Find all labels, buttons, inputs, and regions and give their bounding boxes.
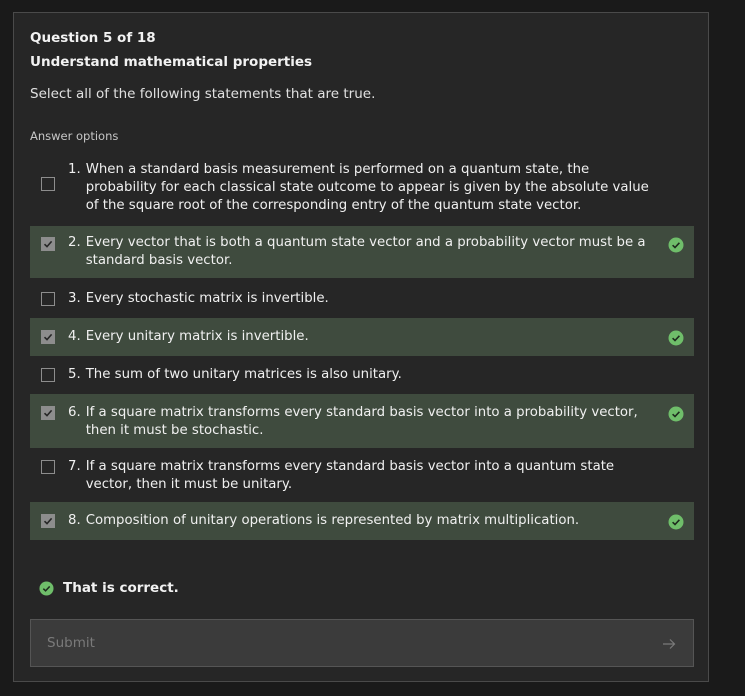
question-counter: Question 5 of 18: [30, 30, 156, 46]
answer-option-1[interactable]: 1. When a standard basis measurement is …: [30, 158, 694, 218]
answer-option-2[interactable]: 2. Every vector that is both a quantum s…: [30, 226, 694, 278]
answer-option-8[interactable]: 8. Composition of unitary operations is …: [30, 502, 694, 540]
option-5-number: 5.: [68, 367, 81, 382]
question-card: Question 5 of 18 Understand mathematical…: [13, 12, 709, 682]
option-3-checkbox[interactable]: [41, 292, 55, 306]
option-6-checkbox[interactable]: [41, 406, 55, 420]
question-title: Understand mathematical properties: [30, 54, 313, 70]
option-8-checkbox[interactable]: [41, 514, 55, 528]
check-circle-icon: [668, 406, 684, 422]
option-4-checkbox[interactable]: [41, 330, 55, 344]
checkmark-icon: [43, 333, 53, 341]
option-2-number: 2.: [68, 235, 81, 250]
answer-option-3[interactable]: 3. Every stochastic matrix is invertible…: [30, 284, 694, 318]
option-3-number: 3.: [68, 291, 81, 306]
option-6-text: If a square matrix transforms every stan…: [85, 405, 638, 438]
check-circle-icon: [39, 580, 54, 596]
submit-label: Submit: [47, 635, 95, 651]
checkmark-icon: [43, 240, 53, 248]
check-circle-icon: [668, 514, 684, 530]
option-7-number: 7.: [68, 459, 81, 474]
option-4-number: 4.: [68, 329, 81, 344]
check-circle-icon: [668, 237, 684, 253]
option-3-text: Every stochastic matrix is invertible.: [85, 291, 329, 306]
question-prompt: Select all of the following statements t…: [30, 86, 376, 102]
option-1-text: When a standard basis measurement is per…: [85, 162, 649, 213]
submit-button[interactable]: Submit: [30, 619, 694, 667]
option-2-checkbox[interactable]: [41, 237, 55, 251]
option-7-text: If a square matrix transforms every stan…: [85, 459, 615, 492]
option-1-number: 1.: [68, 162, 81, 177]
answer-option-4[interactable]: 4. Every unitary matrix is invertible.: [30, 318, 694, 356]
option-7-checkbox[interactable]: [41, 460, 55, 474]
answer-option-6[interactable]: 6. If a square matrix transforms every s…: [30, 394, 694, 448]
option-2-text: Every vector that is both a quantum stat…: [85, 235, 646, 268]
checkmark-icon: [43, 409, 53, 417]
option-5-text: The sum of two unitary matrices is also …: [85, 367, 402, 382]
answer-option-7[interactable]: 7. If a square matrix transforms every s…: [30, 454, 694, 500]
answer-options-label: Answer options: [30, 129, 119, 143]
feedback-message: That is correct.: [39, 580, 179, 596]
checkmark-icon: [43, 517, 53, 525]
option-8-text: Composition of unitary operations is rep…: [85, 513, 580, 528]
option-5-checkbox[interactable]: [41, 368, 55, 382]
option-1-checkbox[interactable]: [41, 177, 55, 191]
option-8-number: 8.: [68, 513, 81, 528]
arrow-right-icon: [663, 639, 676, 649]
option-6-number: 6.: [68, 405, 81, 420]
feedback-text: That is correct.: [63, 580, 179, 596]
check-circle-icon: [668, 330, 684, 346]
option-4-text: Every unitary matrix is invertible.: [85, 329, 309, 344]
answer-option-5[interactable]: 5. The sum of two unitary matrices is al…: [30, 360, 694, 394]
